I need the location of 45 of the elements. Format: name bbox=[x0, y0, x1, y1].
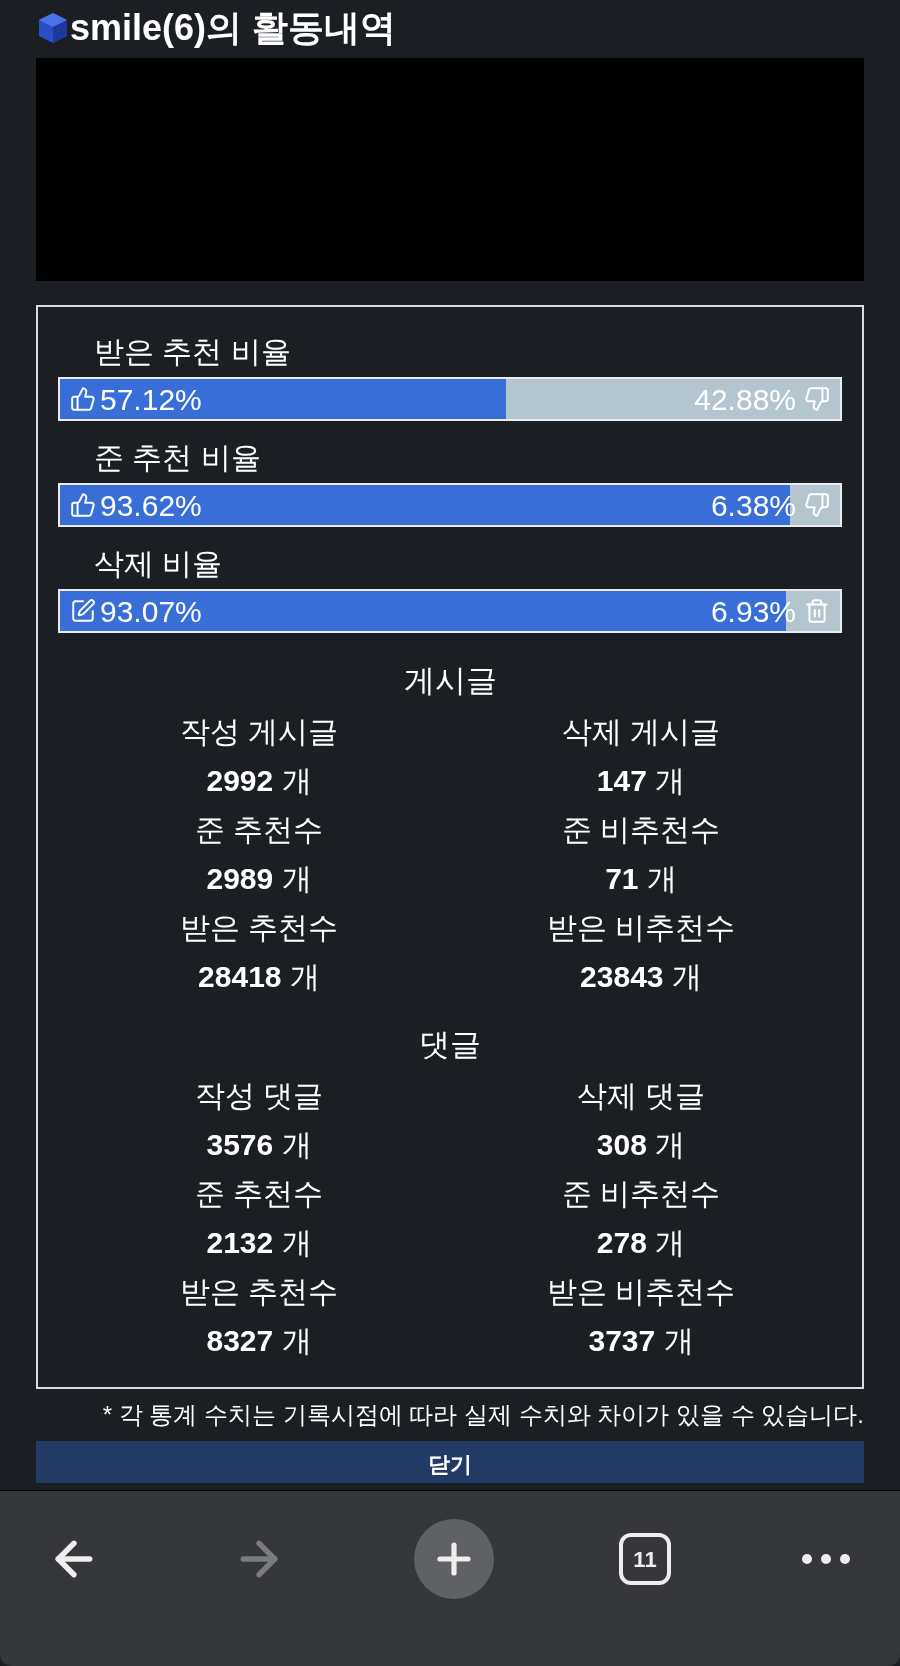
ratio-label: 삭제 비율 bbox=[93, 546, 224, 582]
section-title: 게시글 bbox=[402, 662, 498, 700]
thumbs-down-icon bbox=[804, 386, 830, 412]
stat-value: 278 개 bbox=[596, 1225, 686, 1261]
ratio-label: 준 추천 비율 bbox=[93, 440, 262, 476]
stat-label: 삭제 댓글 bbox=[576, 1078, 706, 1114]
close-button[interactable]: 닫기 bbox=[36, 1441, 864, 1483]
disclaimer-note: * 각 통계 수치는 기록시점에 따라 실제 수치와 차이가 있을 수 있습니다. bbox=[101, 1400, 864, 1430]
thumbs-down-icon bbox=[804, 492, 830, 518]
trash-icon bbox=[804, 598, 830, 624]
thumbs-up-icon bbox=[70, 386, 96, 412]
positive-percent: 93.07% bbox=[100, 593, 202, 630]
stat-label: 준 추천수 bbox=[194, 812, 324, 848]
page-title: smile(6)의 활동내역 bbox=[70, 10, 397, 46]
more-dots-icon bbox=[801, 1553, 851, 1565]
stat-value: 308 개 bbox=[596, 1127, 686, 1163]
stat-value: 28418 개 bbox=[198, 959, 320, 995]
stat-value: 2989 개 bbox=[206, 861, 312, 897]
stat-label: 준 추천수 bbox=[194, 1176, 324, 1212]
thumbs-up-icon bbox=[70, 492, 96, 518]
stat-value: 147 개 bbox=[596, 763, 686, 799]
stat-label: 받은 비추천수 bbox=[546, 1274, 736, 1310]
stat-value: 8327 개 bbox=[206, 1323, 312, 1359]
stat-label: 준 비추천수 bbox=[561, 812, 721, 848]
positive-percent: 57.12% bbox=[100, 381, 202, 418]
stat-value: 3576 개 bbox=[206, 1127, 312, 1163]
stat-label: 받은 추천수 bbox=[179, 910, 339, 946]
section-title: 댓글 bbox=[418, 1026, 482, 1064]
stat-label: 삭제 게시글 bbox=[561, 714, 721, 750]
tab-count-button[interactable]: 11 bbox=[619, 1533, 671, 1585]
stat-value: 3737 개 bbox=[588, 1323, 694, 1359]
negative-percent: 42.88% bbox=[694, 381, 796, 418]
cube-icon bbox=[36, 11, 70, 45]
stat-value: 71 개 bbox=[605, 861, 677, 897]
stat-label: 작성 게시글 bbox=[179, 714, 339, 750]
positive-percent: 93.62% bbox=[100, 487, 202, 524]
stat-label: 준 비추천수 bbox=[561, 1176, 721, 1212]
stat-value: 2132 개 bbox=[206, 1225, 312, 1261]
stat-label: 받은 비추천수 bbox=[546, 910, 736, 946]
edit-icon bbox=[70, 598, 96, 624]
stat-label: 작성 댓글 bbox=[194, 1078, 324, 1114]
stat-value: 23843 개 bbox=[580, 959, 702, 995]
stat-label: 받은 추천수 bbox=[179, 1274, 339, 1310]
stat-value: 2992 개 bbox=[206, 763, 312, 799]
ratio-label: 받은 추천 비율 bbox=[93, 334, 292, 370]
